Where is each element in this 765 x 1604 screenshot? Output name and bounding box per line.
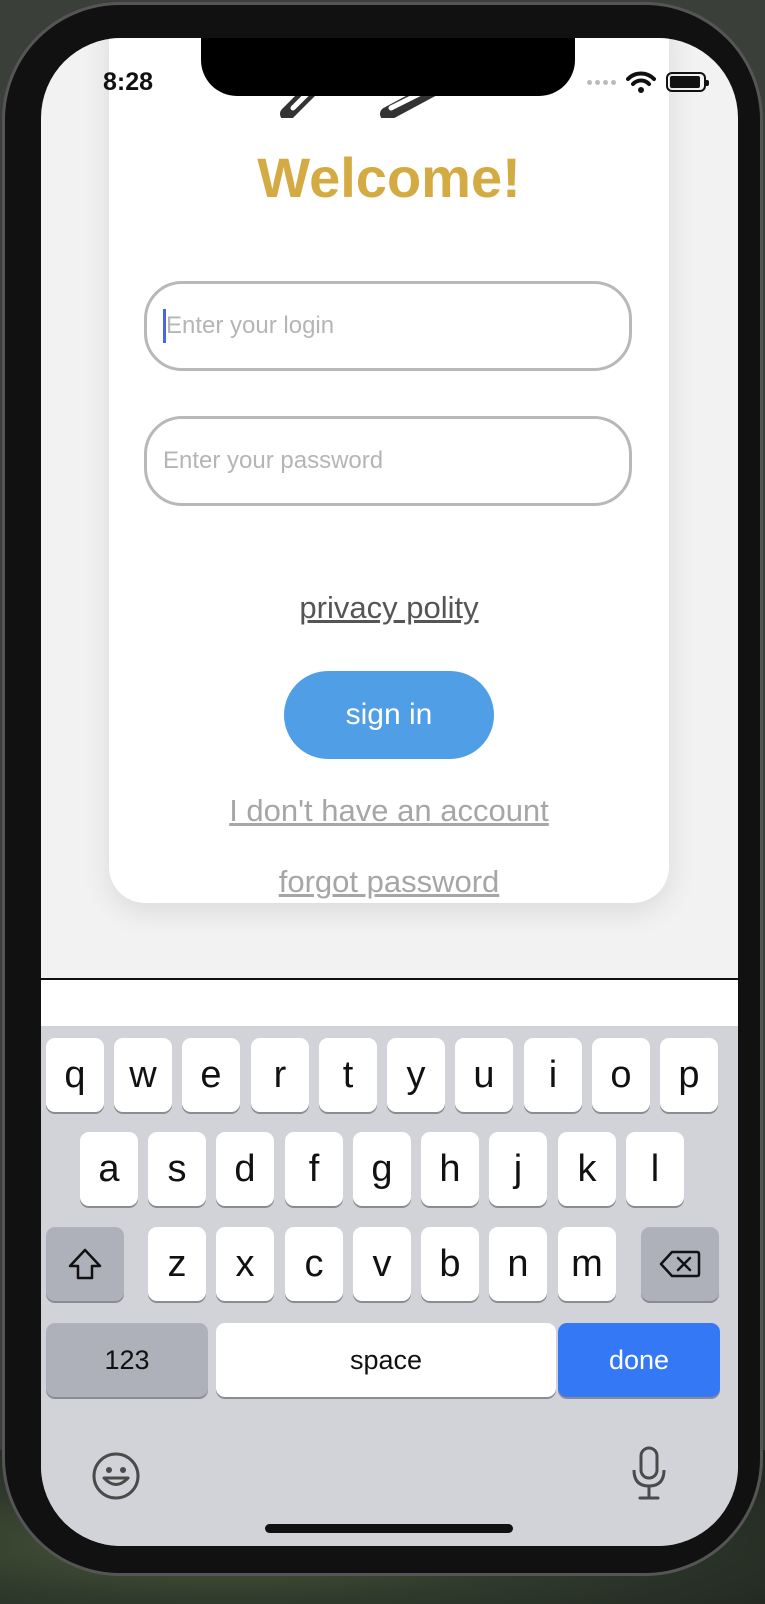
key-f[interactable]: f (285, 1132, 343, 1206)
key-m[interactable]: m (558, 1227, 616, 1301)
key-q[interactable]: q (46, 1038, 104, 1112)
key-w[interactable]: w (114, 1038, 172, 1112)
done-key[interactable]: done (558, 1323, 720, 1397)
key-s[interactable]: s (148, 1132, 206, 1206)
status-icons (587, 70, 709, 94)
key-o[interactable]: o (592, 1038, 650, 1112)
privacy-policy-link[interactable]: privacy polity (109, 590, 669, 626)
screen: Welcome! Enter your login Enter your pas… (41, 38, 738, 1546)
battery-icon (666, 72, 709, 92)
keyboard: q w e r t y u i o p a s d f g h j k l z … (41, 1026, 738, 1546)
microphone-icon[interactable] (629, 1446, 669, 1502)
key-a[interactable]: a (80, 1132, 138, 1206)
delete-key[interactable] (641, 1227, 719, 1301)
wifi-icon (626, 71, 656, 93)
no-account-link[interactable]: I don't have an account (109, 793, 669, 829)
key-z[interactable]: z (148, 1227, 206, 1301)
login-input[interactable]: Enter your login (144, 281, 632, 371)
key-c[interactable]: c (285, 1227, 343, 1301)
numbers-key[interactable]: 123 (46, 1323, 208, 1397)
status-time: 8:28 (103, 68, 154, 96)
key-b[interactable]: b (421, 1227, 479, 1301)
key-n[interactable]: n (489, 1227, 547, 1301)
key-e[interactable]: e (182, 1038, 240, 1112)
key-h[interactable]: h (421, 1132, 479, 1206)
notch (201, 38, 575, 96)
key-v[interactable]: v (353, 1227, 411, 1301)
space-key[interactable]: space (216, 1323, 556, 1397)
keyboard-accessory-bar (41, 978, 738, 1026)
emoji-icon[interactable] (91, 1451, 141, 1501)
key-u[interactable]: u (455, 1038, 513, 1112)
key-r[interactable]: r (251, 1038, 309, 1112)
key-d[interactable]: d (216, 1132, 274, 1206)
sign-in-button[interactable]: sign in (284, 671, 494, 759)
password-placeholder: Enter your password (163, 447, 384, 474)
key-y[interactable]: y (387, 1038, 445, 1112)
key-l[interactable]: l (626, 1132, 684, 1206)
shift-key[interactable] (46, 1227, 124, 1301)
login-card: Welcome! Enter your login Enter your pas… (109, 38, 669, 903)
signal-icon (587, 79, 616, 85)
key-i[interactable]: i (524, 1038, 582, 1112)
key-j[interactable]: j (489, 1132, 547, 1206)
key-t[interactable]: t (319, 1038, 377, 1112)
shift-icon (68, 1248, 102, 1280)
delete-icon (659, 1250, 701, 1278)
key-k[interactable]: k (558, 1132, 616, 1206)
key-x[interactable]: x (216, 1227, 274, 1301)
welcome-title: Welcome! (257, 146, 521, 209)
forgot-password-link[interactable]: forgot password (109, 864, 669, 900)
password-input[interactable]: Enter your password (144, 416, 632, 506)
key-g[interactable]: g (353, 1132, 411, 1206)
phone-frame: Welcome! Enter your login Enter your pas… (2, 2, 763, 1576)
home-indicator (265, 1524, 513, 1533)
login-placeholder: Enter your login (166, 312, 335, 339)
key-p[interactable]: p (660, 1038, 718, 1112)
